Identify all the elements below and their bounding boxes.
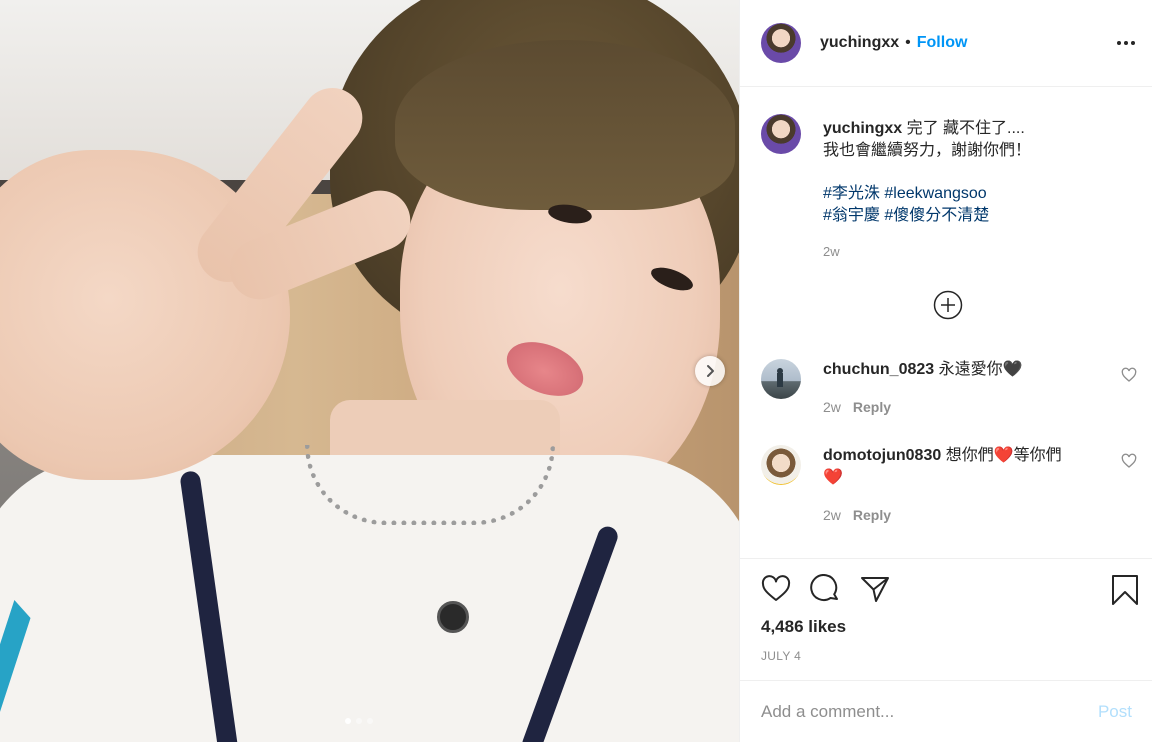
carousel-next-button[interactable] — [695, 356, 725, 386]
avatar[interactable] — [761, 23, 801, 63]
heart-outline-icon — [761, 575, 791, 601]
black-heart-emoji: 🖤 — [1002, 361, 1023, 378]
comment-timestamp[interactable]: 2w — [823, 399, 841, 415]
reply-button[interactable]: Reply — [853, 399, 891, 415]
hashtag-link[interactable]: #李光洙 — [823, 185, 880, 202]
comment-text: chuchun_0823 永遠愛你🖤 — [823, 359, 1078, 381]
hashtag-link[interactable]: #翁宇慶 — [823, 207, 880, 224]
comment-like-button[interactable] — [1121, 367, 1139, 385]
comment-body: 等你們 — [1013, 447, 1062, 464]
follow-button[interactable]: Follow — [917, 34, 968, 52]
add-comment-bar: Post — [740, 680, 1152, 742]
comment-body: 想你們 — [945, 447, 994, 464]
heart-outline-icon — [1121, 367, 1137, 382]
caption-line-1: 完了 藏不住了.... — [906, 120, 1025, 137]
comment-item: chuchun_0823 永遠愛你🖤 2w Reply — [761, 359, 1141, 429]
load-more-comments-button[interactable] — [933, 290, 963, 320]
carousel-indicator — [345, 718, 373, 724]
avatar[interactable] — [761, 445, 801, 485]
comment-meta: 2w Reply — [823, 399, 891, 415]
photo-hair — [395, 40, 735, 210]
post-date[interactable]: JULY 4 — [761, 649, 801, 663]
post-comment-button[interactable]: Post — [1098, 702, 1132, 722]
post-header: yuchingxx • Follow — [740, 0, 1152, 87]
comment-meta: 2w Reply — [823, 507, 891, 523]
save-button[interactable] — [1111, 574, 1143, 606]
avatar-image — [777, 368, 783, 387]
header-username[interactable]: yuchingxx — [820, 34, 899, 52]
comment-button[interactable] — [810, 574, 842, 606]
chevron-right-icon — [707, 365, 714, 377]
post-actions — [761, 571, 1138, 611]
avatar[interactable] — [761, 359, 801, 399]
comment-username[interactable]: domotojun0830 — [823, 447, 941, 464]
share-button[interactable] — [860, 574, 892, 606]
paper-plane-icon — [861, 577, 889, 602]
comment-username[interactable]: chuchun_0823 — [823, 361, 934, 378]
plus-circle-icon — [933, 290, 963, 320]
comment-item: domotojun0830 想你們❤️等你們❤️ 2w Reply — [761, 445, 1141, 535]
caption-username[interactable]: yuchingxx — [823, 120, 902, 137]
comment-body: 永遠愛你 — [938, 361, 1003, 378]
divider — [740, 558, 1152, 559]
comment-like-button[interactable] — [1121, 453, 1139, 471]
comment-input[interactable] — [761, 701, 1098, 722]
photo-shirt-button — [437, 601, 469, 633]
hashtag-link[interactable]: #leekwangsoo — [884, 185, 986, 202]
reply-button[interactable]: Reply — [853, 507, 891, 523]
likes-count[interactable]: 4,486 likes — [761, 617, 846, 637]
post-photo[interactable] — [0, 0, 739, 742]
carousel-dot-active — [345, 718, 351, 724]
caption-timestamp[interactable]: 2w — [823, 241, 1143, 263]
carousel-dot — [356, 718, 362, 724]
comment-timestamp[interactable]: 2w — [823, 507, 841, 523]
red-heart-emoji: ❤️ — [993, 447, 1014, 464]
comment-text: domotojun0830 想你們❤️等你們❤️ — [823, 445, 1078, 489]
like-button[interactable] — [761, 574, 793, 606]
separator-dot: • — [905, 34, 911, 51]
caption-line-2: 我也會繼續努力，謝謝你們！ — [823, 142, 1032, 159]
red-heart-emoji: ❤️ — [823, 469, 843, 486]
comment-icon — [810, 574, 838, 601]
more-options-button[interactable] — [1114, 31, 1138, 55]
carousel-dot — [367, 718, 373, 724]
avatar[interactable] — [761, 114, 801, 154]
heart-outline-icon — [1121, 453, 1137, 468]
more-horizontal-icon — [1117, 41, 1135, 45]
post-details-panel: yuchingxx • Follow yuchingxx 完了 藏不住了....… — [739, 0, 1152, 742]
hashtag-link[interactable]: #傻傻分不清楚 — [884, 207, 989, 224]
bookmark-icon — [1112, 575, 1138, 605]
